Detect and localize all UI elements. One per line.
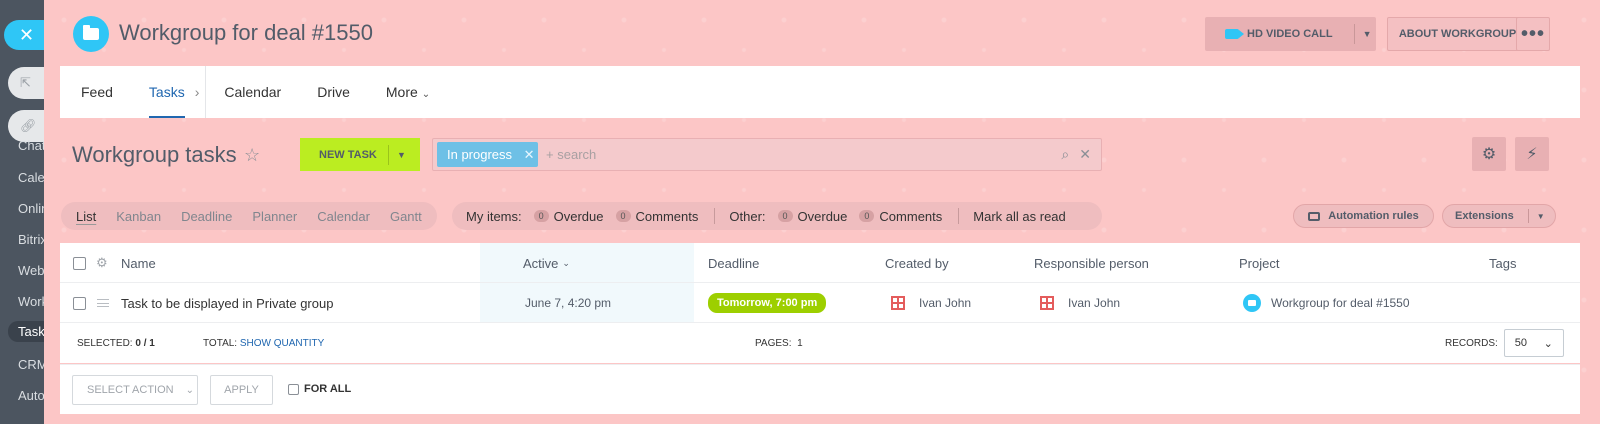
clear-icon[interactable]: ✕ <box>1079 146 1091 163</box>
filter-chip[interactable]: In progress ✕ <box>437 142 539 167</box>
grid-header: ⚙ Name Active ⌄ Deadline Created by Respo… <box>60 243 1580 283</box>
workgroup-tabs: Feed Tasks › Calendar Drive More ⌄ <box>60 66 1580 118</box>
column-created-by[interactable]: Created by <box>885 243 949 283</box>
column-active[interactable]: Active ⌄ <box>523 243 570 283</box>
column-name[interactable]: Name <box>121 243 156 283</box>
background-sidebar-item[interactable]: Automation <box>18 388 46 403</box>
chevron-down-icon: ⌄ <box>1543 337 1553 350</box>
view-deadline[interactable]: Deadline <box>181 209 232 224</box>
column-deadline[interactable]: Deadline <box>708 243 759 283</box>
chevron-down-icon: ⌄ <box>421 89 431 100</box>
view-planner[interactable]: Planner <box>252 209 297 224</box>
background-sidebar-item[interactable]: Web <box>18 263 46 278</box>
user-avatar-icon <box>1040 296 1054 310</box>
view-gantt[interactable]: Gantt <box>390 209 422 224</box>
grid-footer: SELECTED: 0 / 1 TOTAL: SHOW QUANTITY PAG… <box>60 323 1580 363</box>
chevron-down-icon[interactable]: ▼ <box>1363 29 1372 39</box>
background-sidebar-item[interactable]: Bitrix <box>18 232 46 247</box>
group-actions-bar: SELECT ACTION ⌄ APPLY FOR ALL <box>60 364 1580 414</box>
hd-video-call-button[interactable]: HD VIDEO CALL ▼ <box>1205 17 1376 51</box>
apply-button[interactable]: APPLY <box>210 375 273 405</box>
new-task-button[interactable]: NEW TASK ▼ <box>300 138 420 171</box>
selected-count: 0 / 1 <box>135 337 155 349</box>
automation-rules-button[interactable]: Automation rules <box>1293 204 1434 228</box>
my-comments-counter[interactable]: Comments <box>636 209 699 224</box>
quick-action-button[interactable]: ⚡︎ <box>1515 137 1549 171</box>
view-kanban[interactable]: Kanban <box>116 209 161 224</box>
search-input[interactable]: + search <box>546 147 1061 162</box>
project-folder-icon <box>1243 294 1261 312</box>
responsible-link[interactable]: Ivan John <box>1068 296 1120 310</box>
gear-icon[interactable]: ⚙ <box>96 255 108 271</box>
background-sidebar-item[interactable]: Online <box>18 201 46 216</box>
page-title: Workgroup for deal #1550 <box>119 20 373 45</box>
tasks-title: Workgroup tasks <box>72 142 237 167</box>
search-icon[interactable]: ⌕ <box>1061 146 1069 163</box>
project-link[interactable]: Workgroup for deal #1550 <box>1271 296 1410 310</box>
robot-icon <box>1308 211 1321 221</box>
show-quantity-link[interactable]: SHOW QUANTITY <box>240 338 324 349</box>
tab-tasks[interactable]: Tasks <box>131 66 203 118</box>
more-options-button[interactable]: ••• <box>1516 17 1550 51</box>
background-sidebar-item[interactable]: Workgroups <box>18 294 46 309</box>
chevron-down-icon: ⌄ <box>185 384 194 396</box>
tab-calendar[interactable]: Calendar <box>206 66 299 118</box>
external-link-icon[interactable]: ⇱ <box>8 67 48 99</box>
select-action-dropdown[interactable]: SELECT ACTION ⌄ <box>72 375 198 405</box>
task-name-link[interactable]: Task to be displayed in Private group <box>121 283 333 323</box>
chevron-down-icon[interactable]: ▼ <box>397 150 406 160</box>
row-menu-icon[interactable] <box>97 299 109 307</box>
about-workgroup-button[interactable]: ABOUT WORKGROUP <box>1387 17 1528 51</box>
other-comments-counter[interactable]: Comments <box>879 209 942 224</box>
chevron-down-icon: ⌄ <box>562 257 570 268</box>
view-switcher: List Kanban Deadline Planner Calendar Ga… <box>61 202 437 230</box>
tasks-grid: ⚙ Name Active ⌄ Deadline Created by Respo… <box>60 243 1580 363</box>
tab-drive[interactable]: Drive <box>299 66 368 118</box>
remove-filter-icon[interactable]: ✕ <box>520 147 538 163</box>
lightning-icon: ⚡︎ <box>1526 146 1538 163</box>
column-project[interactable]: Project <box>1239 243 1279 283</box>
task-active-date: June 7, 4:20 pm <box>525 296 612 310</box>
tab-feed[interactable]: Feed <box>60 66 131 118</box>
row-checkbox[interactable] <box>73 296 86 310</box>
close-icon: ✕ <box>19 25 35 45</box>
my-overdue-counter[interactable]: Overdue <box>554 209 604 224</box>
background-sidebar-item[interactable]: CRM <box>18 357 46 372</box>
user-avatar-icon <box>891 296 905 310</box>
select-all-checkbox[interactable] <box>73 256 86 270</box>
gear-icon: ⚙ <box>1481 146 1497 163</box>
chevron-down-icon[interactable]: ▼ <box>1537 212 1545 221</box>
background-sidebar-item[interactable]: Chat <box>18 138 46 153</box>
column-responsible[interactable]: Responsible person <box>1034 243 1149 283</box>
column-tags[interactable]: Tags <box>1489 243 1516 283</box>
table-row[interactable]: Task to be displayed in Private group Ju… <box>60 283 1580 323</box>
background-sidebar-item[interactable]: Calendar <box>18 170 46 185</box>
close-slider-button[interactable]: ✕ <box>4 20 46 50</box>
workgroup-folder-icon <box>73 16 109 52</box>
video-camera-icon <box>1225 29 1244 39</box>
mark-all-read-link[interactable]: Mark all as read <box>973 209 1065 224</box>
tab-more[interactable]: More ⌄ <box>368 66 448 118</box>
for-all-checkbox[interactable]: FOR ALL <box>288 383 351 395</box>
page-number[interactable]: 1 <box>797 338 803 349</box>
search-filter[interactable]: In progress ✕ + search ⌕ ✕ <box>432 138 1102 171</box>
star-icon[interactable]: ☆ <box>244 145 260 166</box>
workgroup-slider-panel: Workgroup for deal #1550 HD VIDEO CALL ▼… <box>44 0 1600 424</box>
created-by-link[interactable]: Ivan John <box>919 296 971 310</box>
other-overdue-counter[interactable]: Overdue <box>798 209 848 224</box>
settings-button[interactable]: ⚙ <box>1472 137 1506 171</box>
records-per-page-select[interactable]: 50 ⌄ <box>1503 329 1564 357</box>
counters-bar: My items: 0 Overdue 0 Comments Other: 0 … <box>452 202 1102 230</box>
background-sidebar-item[interactable]: Tasks <box>8 321 46 342</box>
view-list[interactable]: List <box>76 209 96 224</box>
extensions-button[interactable]: Extensions ▼ <box>1442 204 1556 228</box>
view-calendar[interactable]: Calendar <box>317 209 370 224</box>
deadline-badge[interactable]: Tomorrow, 7:00 pm <box>708 293 827 313</box>
